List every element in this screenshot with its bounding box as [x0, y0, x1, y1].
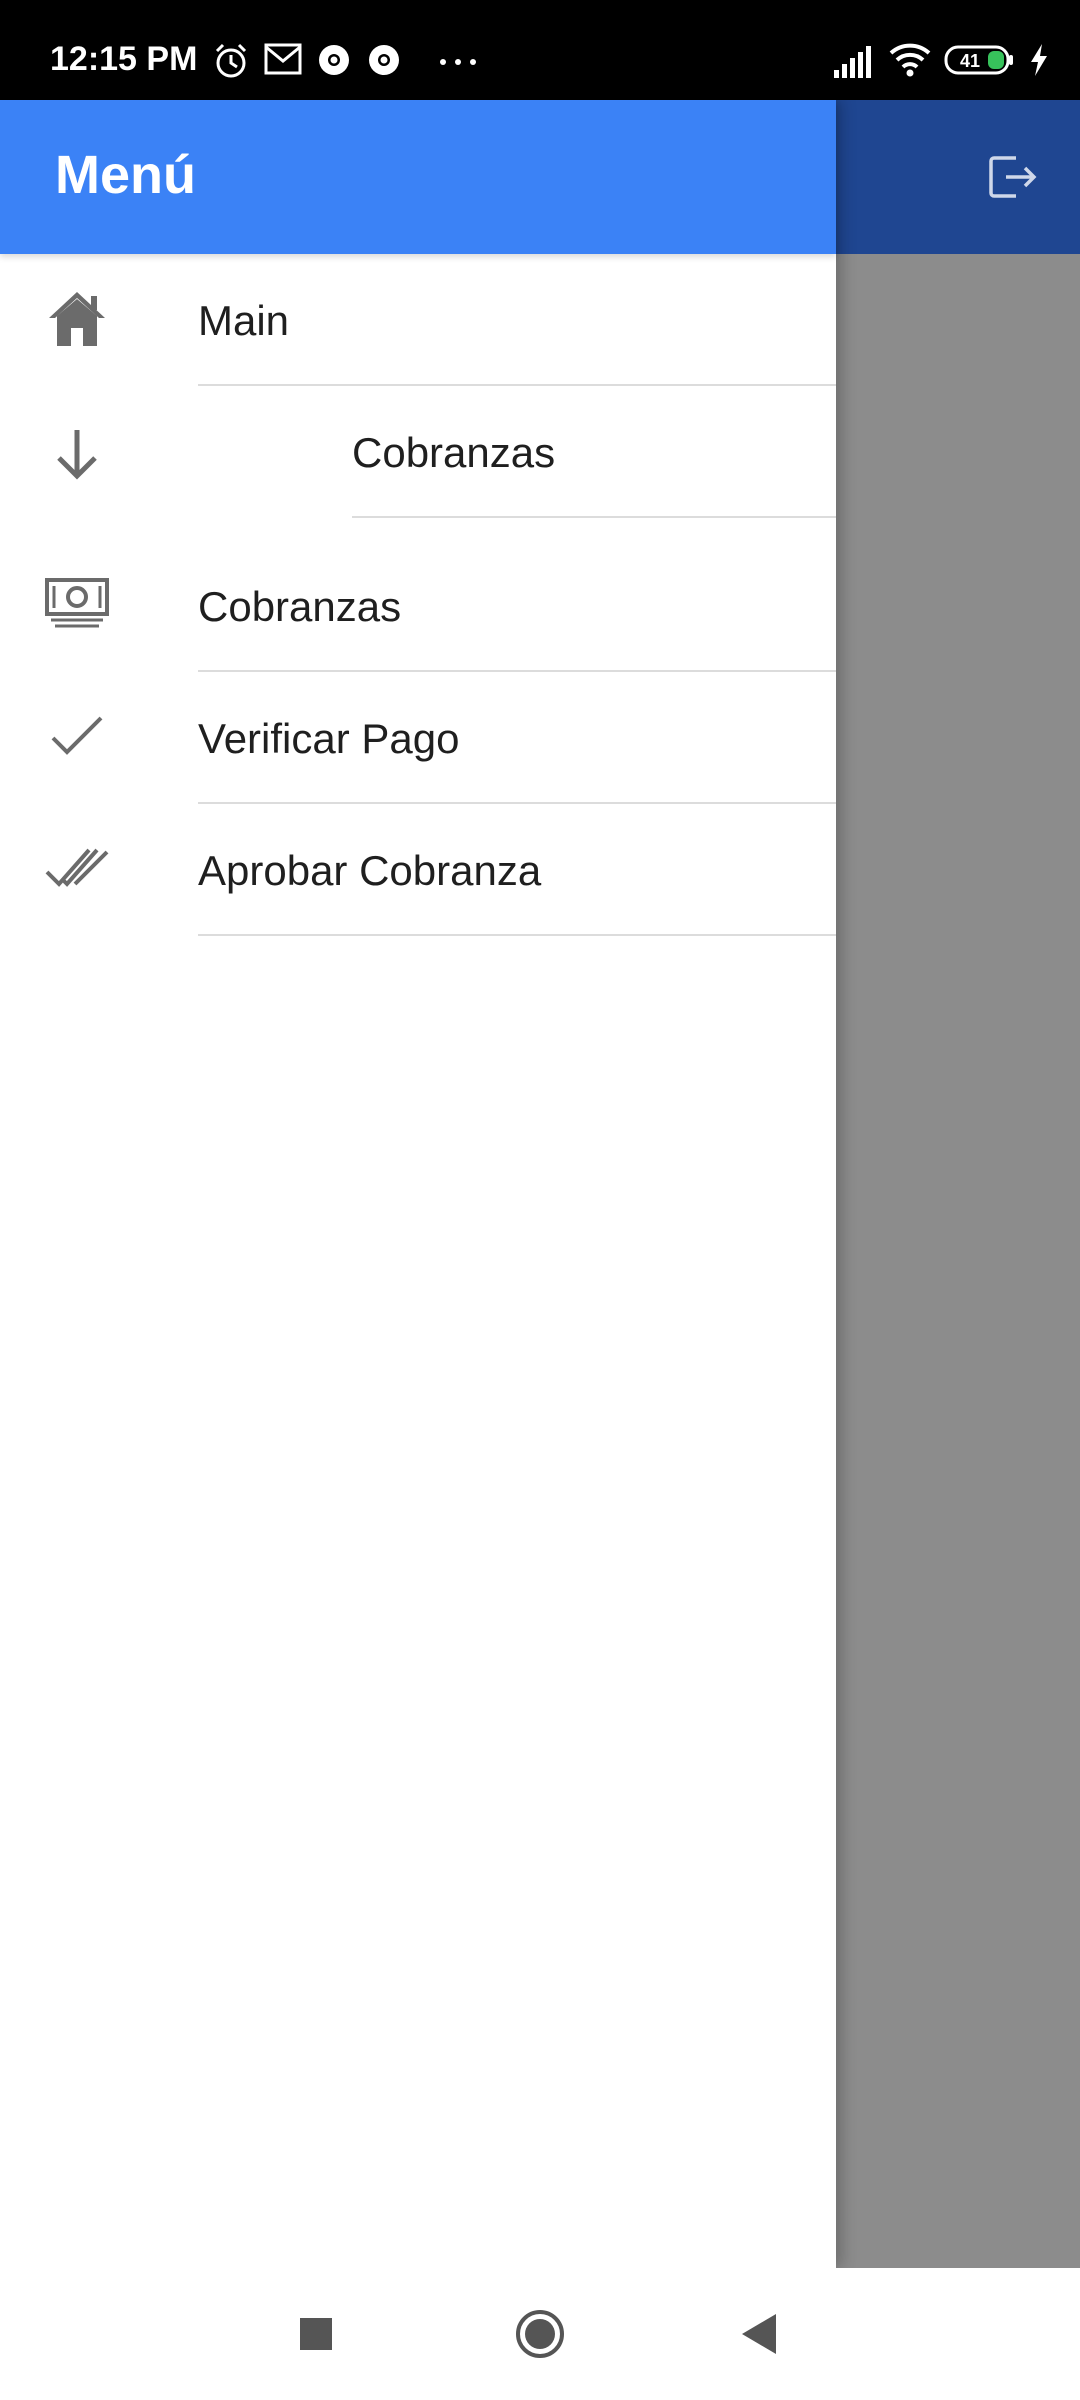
recents-square-icon[interactable]	[256, 2268, 376, 2400]
drawer-title: Menú	[55, 145, 196, 205]
logout-icon[interactable]	[986, 152, 1040, 202]
system-nav-bar	[0, 2268, 1080, 2400]
charging-icon	[1028, 42, 1050, 83]
menu-item-verificar-pago[interactable]: Verificar Pago	[0, 672, 836, 804]
alarm-icon	[212, 42, 250, 85]
signal-icon	[832, 44, 876, 85]
menu-item-cobranzas-submenu[interactable]: Cobranzas	[0, 386, 836, 518]
money-icon	[45, 576, 109, 640]
drawer-header: Menú	[0, 100, 836, 254]
menu-item-label: Cobranzas	[198, 583, 402, 630]
gmail-icon	[264, 42, 302, 81]
check-icon	[45, 704, 109, 768]
divider	[198, 934, 836, 936]
back-triangle-icon[interactable]	[700, 2268, 820, 2400]
menu-item-label: Verificar Pago	[198, 715, 460, 762]
arrow-down-icon	[45, 424, 109, 488]
menu-item-aprobar-cobranza[interactable]: Aprobar Cobranza	[0, 804, 836, 936]
menu-item-main[interactable]: Main	[0, 254, 836, 386]
menu-item-label: Cobranzas	[352, 429, 556, 476]
home-circle-icon[interactable]	[480, 2268, 600, 2400]
chrome-icon	[316, 42, 352, 83]
chrome-icon	[366, 42, 402, 83]
menu-item-cobranzas[interactable]: Cobranzas	[0, 540, 836, 672]
screen: 12:15 PM 41 Menú Main Cobranzas Cobranza…	[0, 0, 1080, 2400]
battery-icon: 41	[944, 44, 1016, 81]
more-dots-icon	[438, 54, 478, 72]
double-check-icon	[45, 836, 109, 900]
wifi-icon	[888, 40, 932, 83]
battery-level: 41	[960, 51, 980, 71]
menu-item-label: Aprobar Cobranza	[198, 847, 542, 894]
divider	[352, 516, 836, 518]
status-bar: 12:15 PM 41	[0, 0, 1080, 100]
home-icon	[45, 286, 109, 350]
navigation-drawer: Menú Main Cobranzas Cobranzas Verificar …	[0, 100, 836, 2268]
status-time: 12:15 PM	[50, 40, 198, 78]
system-icons: 41	[832, 40, 1062, 84]
menu-item-label: Main	[198, 297, 290, 344]
